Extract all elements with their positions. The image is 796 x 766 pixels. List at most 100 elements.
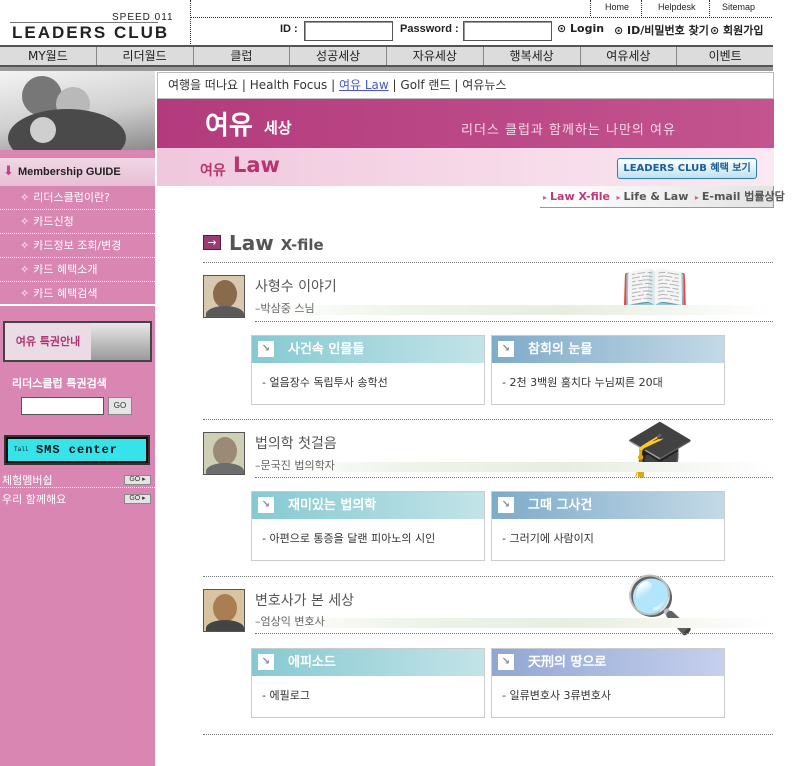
benefit-search-input[interactable] [21,397,104,415]
together-go-button[interactable]: GO ▸ [124,494,151,504]
subnav-health[interactable]: Health Focus [250,78,328,92]
nav-leader-world[interactable]: 리더월드 [97,47,194,65]
sub-nav: 여행을 떠나요 | Health Focus | 여유 Law | Golf 랜… [157,72,774,99]
benefit-search-label: 리더스클럽 특권검색 [12,377,107,390]
arrow-down-right-icon: ↘ [498,341,514,357]
sidebar-item-label: 카드 혜택소개 [33,263,98,276]
magnifier-icon: 🔍 [625,573,695,638]
find-label: ID/비밀번호 찾기 [627,24,709,37]
card-title: 에피소드 [288,655,336,670]
section-band [255,305,773,315]
triangle-right-icon: ▸ [543,193,548,202]
sidebar-item-label: 리더스클럽이란? [33,191,110,204]
nav-club[interactable]: 클럽 [194,47,291,65]
tab-life-law[interactable]: Life & Law [624,190,689,203]
together-link[interactable]: 우리 함께해요 [2,491,66,507]
subnav-separator: | [454,78,459,92]
section-title[interactable]: 법의학 첫걸음 [255,433,337,453]
trial-membership-link[interactable]: 체험멤버쉽 [2,472,53,488]
card-title: 사건속 인물들 [288,342,365,357]
header-divider [190,0,191,44]
diamond-icon: ✧ [20,239,30,252]
benefit-banner-label: 여유 특권안내 [5,323,91,360]
util-home-link[interactable]: Home [605,2,629,12]
sidebar-item-benefit-search[interactable]: ✧ 카드 혜택검색 [0,282,155,306]
arrow-down-right-icon: ↘ [258,497,274,513]
bullet-icon: ⊙ [614,24,628,37]
banner-tagline: 리더스 클럽과 함께하는 나만의 여유 [461,123,676,138]
card-link[interactable]: - 아편으로 통증을 달랜 피아노의 시인 [262,530,435,546]
main-nav: MY월드 리더월드 클럽 성공세상 자유세상 행복세상 여유세상 이벤트 [0,45,773,67]
banner-subtitle: 세상 [264,119,292,137]
nav-success[interactable]: 성공세상 [290,47,387,65]
banner-title: 여유 [205,111,253,141]
section-author: –박삼중 스님 [255,302,315,315]
nav-happiness[interactable]: 행복세상 [484,47,581,65]
avatar [203,589,245,632]
section-title[interactable]: 사형수 이야기 [255,276,337,296]
card-header: ↘ 그때 그사건 [492,492,724,519]
diamond-icon: ✧ [20,191,30,204]
article-card[interactable]: ↘ 재미있는 법의학 - 아편으로 통증을 달랜 피아노의 시인 [251,491,485,561]
diamond-icon: ✧ [20,263,30,276]
article-card[interactable]: ↘ 에피소드 - 에필로그 [251,648,485,718]
sidebar-item-card-info[interactable]: ✧ 카드정보 조회/변경 [0,234,155,258]
nav-leisure[interactable]: 여유세상 [581,47,678,65]
diamond-icon: ✧ [20,287,30,300]
nav-my-world[interactable]: MY월드 [0,47,97,65]
subnav-law[interactable]: 여유 Law [339,78,389,92]
tab-email-consult[interactable]: E-mail 법률상담 [702,190,785,203]
id-input[interactable] [304,21,393,41]
x-file-title-small: X-file [280,236,324,254]
card-title: 재미있는 법의학 [288,498,377,513]
article-card[interactable]: ↘ 참회의 눈물 - 2천 3백원 훔치다 누님찌른 20대 [491,335,725,405]
avatar [203,275,245,318]
section-author: –엄상익 변호사 [255,615,325,628]
subnav-separator: | [392,78,397,92]
card-link[interactable]: - 일류변호사 3류변호사 [502,687,611,703]
section-author: –문국진 법의학자 [255,459,335,472]
section-subdivider [255,633,773,634]
sidebar-item-about[interactable]: ✧ 리더스클럽이란? [0,186,155,210]
nav-freedom[interactable]: 자유세상 [387,47,484,65]
sidebar-item-benefits[interactable]: ✧ 카드 혜택소개 [0,258,155,282]
benefit-search-go-button[interactable]: GO [108,397,132,415]
util-sitemap-link[interactable]: Sitemap [722,2,755,12]
trial-go-button[interactable]: GO ▸ [124,475,151,485]
logo[interactable]: LEADERS CLUB [12,23,169,43]
subnav-travel[interactable]: 여행을 떠나요 [168,78,238,92]
card-link[interactable]: - 2천 3백원 훔치다 누님찌른 20대 [502,374,663,390]
golfer-image [91,323,150,360]
util-helpdesk-link[interactable]: Helpdesk [658,2,696,12]
card-link[interactable]: - 얼음장수 독립투사 송학선 [262,374,388,390]
join-link[interactable]: ⊙ 회원가입 [710,22,764,38]
password-input[interactable] [463,21,552,41]
util-divider [190,17,772,18]
nav-event[interactable]: 이벤트 [677,47,773,65]
find-id-link[interactable]: ⊙ ID/비밀번호 찾기 [614,22,709,38]
arrow-down-right-icon: ↘ [258,341,274,357]
card-link[interactable]: - 에필로그 [262,687,310,703]
subnav-golf[interactable]: Golf 랜드 [400,78,450,92]
subnav-separator: | [241,78,246,92]
arrow-down-right-icon: ↘ [258,654,274,670]
article-card[interactable]: ↘ 그때 그사건 - 그러기에 사람이지 [491,491,725,561]
subnav-news[interactable]: 여유뉴스 [462,78,506,92]
card-header: ↘ 재미있는 법의학 [252,492,484,519]
login-link[interactable]: ⊙ Login [557,22,604,35]
article-card[interactable]: ↘ 天刑의 땅으로 - 일류변호사 3류변호사 [491,648,725,718]
sidebar-item-apply[interactable]: ✧ 카드신청 [0,210,155,234]
leaders-club-benefit-button[interactable]: LEADERS CLUB 혜택 보기 [617,158,757,179]
card-header: ↘ 天刑의 땅으로 [492,649,724,676]
card-title: 참회의 눈물 [528,342,593,357]
article-card[interactable]: ↘ 사건속 인물들 - 얼음장수 독립투사 송학선 [251,335,485,405]
tab-law-x-file[interactable]: Law X-file [550,190,610,203]
section-band [255,618,773,628]
hero-photo [0,71,155,150]
law-title-prefix: 여유 [200,163,226,179]
card-link[interactable]: - 그러기에 사람이지 [502,530,594,546]
section-title[interactable]: 변호사가 본 세상 [255,590,354,610]
card-title: 天刑의 땅으로 [528,655,607,670]
join-label: 회원가입 [723,24,764,37]
signal-icon: Tall [14,446,29,453]
